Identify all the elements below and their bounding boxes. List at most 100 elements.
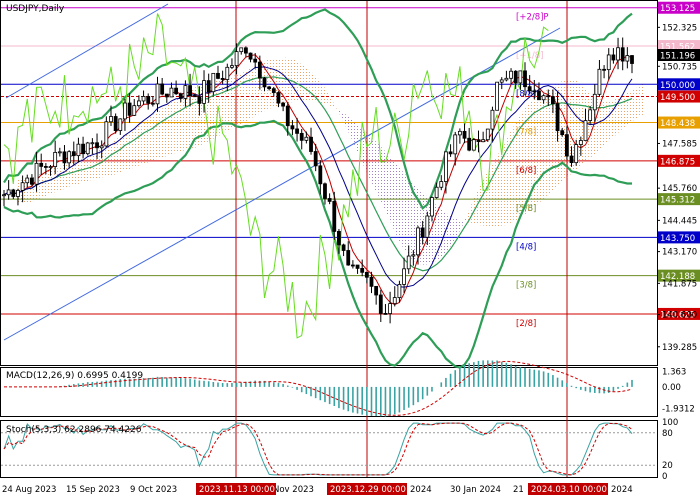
kumo-segment — [639, 81, 644, 117]
kumo-segment — [588, 91, 593, 160]
kumo-segment — [164, 102, 170, 157]
price-tick-label: 147.585 — [662, 139, 697, 149]
candle-body — [583, 120, 588, 141]
candle-body — [541, 95, 546, 101]
candle-body — [574, 144, 579, 164]
candle-body — [448, 151, 453, 155]
candle-body — [132, 105, 137, 116]
time-highlight-text: 2023.11.13 00:00 — [199, 485, 275, 495]
candle-body — [220, 78, 225, 80]
candle-body — [127, 102, 132, 116]
candle-body — [71, 151, 76, 157]
kumo-segment — [378, 144, 384, 207]
candle-body — [434, 186, 439, 198]
candle-body — [346, 250, 351, 266]
candle-body — [551, 96, 555, 105]
candle-body — [564, 134, 569, 157]
macd-tick-label: 0.00 — [662, 383, 681, 393]
candle-body — [411, 254, 416, 257]
stoch-tick-label: 100 — [662, 418, 678, 428]
candle-body — [397, 284, 402, 298]
candle-body — [592, 93, 597, 111]
candle-body — [211, 72, 216, 93]
candle-body — [630, 55, 634, 64]
candle-body — [313, 151, 318, 167]
candle-body — [20, 182, 25, 191]
candle-body — [104, 121, 109, 147]
kumo-segment — [485, 166, 491, 227]
candle-body — [439, 181, 444, 188]
candle-body — [25, 177, 30, 184]
candle-body — [34, 162, 39, 185]
candle-body — [481, 139, 486, 143]
candle-body — [290, 125, 295, 130]
candle-body — [62, 151, 67, 164]
kumo-segment — [439, 207, 444, 259]
murrey-label: [3/8] — [516, 281, 536, 291]
kumo-segment — [509, 125, 514, 224]
candle-body — [430, 197, 434, 217]
candle-body — [444, 151, 448, 182]
candle-body — [197, 96, 202, 104]
kumo-segment — [253, 64, 258, 118]
candle-body — [602, 68, 606, 71]
candle-body — [234, 51, 239, 67]
candle-body — [462, 130, 467, 139]
kumo-segment — [388, 154, 393, 228]
candle-body — [11, 189, 16, 197]
macd-tick-label: 1.363 — [662, 368, 686, 378]
candle-body — [383, 313, 388, 315]
candle-body — [76, 143, 81, 157]
time-tick-label: 21 — [513, 485, 524, 495]
candle-body — [490, 109, 495, 130]
kumo-segment — [169, 99, 175, 155]
candle-body — [537, 90, 541, 101]
candle-body — [406, 255, 411, 270]
candle-body — [532, 90, 537, 93]
candle-body — [388, 303, 393, 314]
kumo-segment — [620, 94, 626, 131]
candle-body — [620, 47, 625, 62]
candle-body — [513, 70, 518, 84]
time-tick-label: Nov 2023 — [273, 485, 314, 495]
kumo-segment — [490, 159, 496, 227]
candle-body — [485, 128, 490, 141]
candle-body — [141, 96, 146, 102]
candle-body — [39, 162, 44, 167]
candle-body — [48, 166, 53, 169]
candle-body — [169, 87, 174, 98]
candle-body — [95, 142, 99, 149]
candle-body — [341, 244, 346, 251]
candle-body — [271, 88, 276, 93]
price-tick-label: 150.735 — [662, 62, 697, 72]
candle-body — [337, 231, 341, 246]
kumo-segment — [448, 214, 454, 249]
candle-body — [364, 271, 369, 278]
candle-body — [555, 103, 560, 132]
candle-body — [611, 54, 616, 61]
kumo-segment — [136, 123, 142, 167]
candle-body — [527, 86, 532, 92]
candle-body — [276, 92, 281, 104]
symbol-label: USDJPY,Daily — [6, 4, 65, 14]
candle-body — [560, 130, 565, 136]
candle-body — [202, 80, 206, 104]
time-tick-label: 30 Jan 2024 — [450, 485, 501, 495]
candle-body — [57, 151, 62, 154]
candle-body — [425, 215, 430, 238]
murrey-label: [6/8] — [516, 166, 536, 176]
candle-body — [616, 47, 620, 61]
candle-body — [378, 294, 383, 314]
candle-body — [183, 85, 188, 99]
candle-body — [239, 47, 244, 53]
candle-body — [355, 264, 360, 269]
candle-body — [109, 116, 113, 123]
candle-body — [299, 132, 304, 141]
macd-label: MACD(12,26,9) 0.6995 0.4199 — [6, 371, 143, 381]
stoch-tick-label: 80 — [662, 429, 673, 439]
candle-body — [402, 268, 406, 285]
price-tick-label: 144.445 — [662, 216, 697, 226]
candle-body — [332, 201, 337, 232]
candle-body — [230, 65, 234, 68]
level-price-text: 146.875 — [660, 157, 695, 167]
